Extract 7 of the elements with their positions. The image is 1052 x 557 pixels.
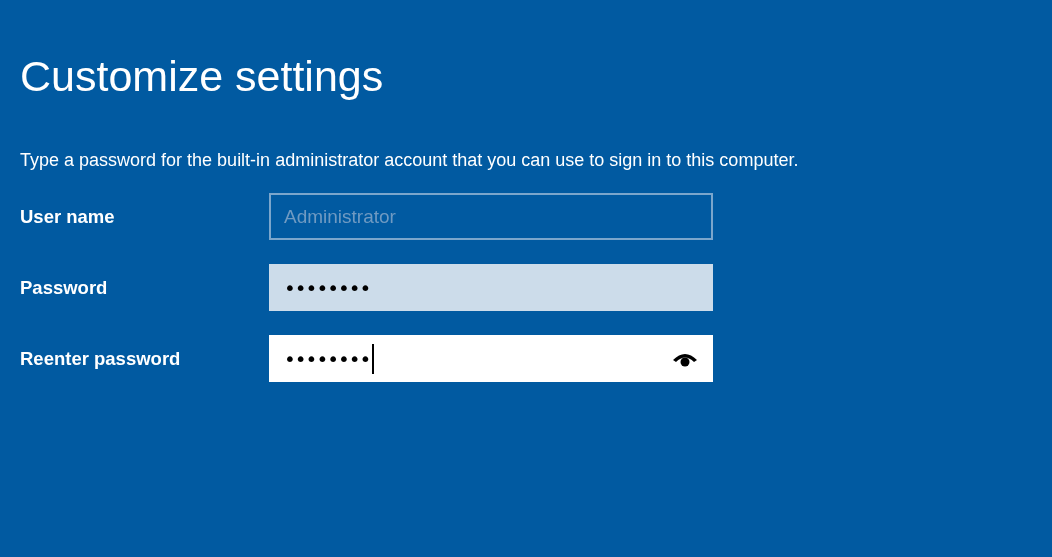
field-label: User name <box>20 205 116 228</box>
field-label: Password <box>20 276 109 299</box>
page-title: Customize settings <box>20 51 385 102</box>
input-field[interactable]: •••••••• <box>269 264 713 311</box>
input-field[interactable]: •••••••• <box>269 335 713 382</box>
field-label: Reenter password <box>20 347 182 370</box>
instruction-text: Type a password for the built-in administrator account that you can use to sign in to this computer. <box>20 150 800 171</box>
